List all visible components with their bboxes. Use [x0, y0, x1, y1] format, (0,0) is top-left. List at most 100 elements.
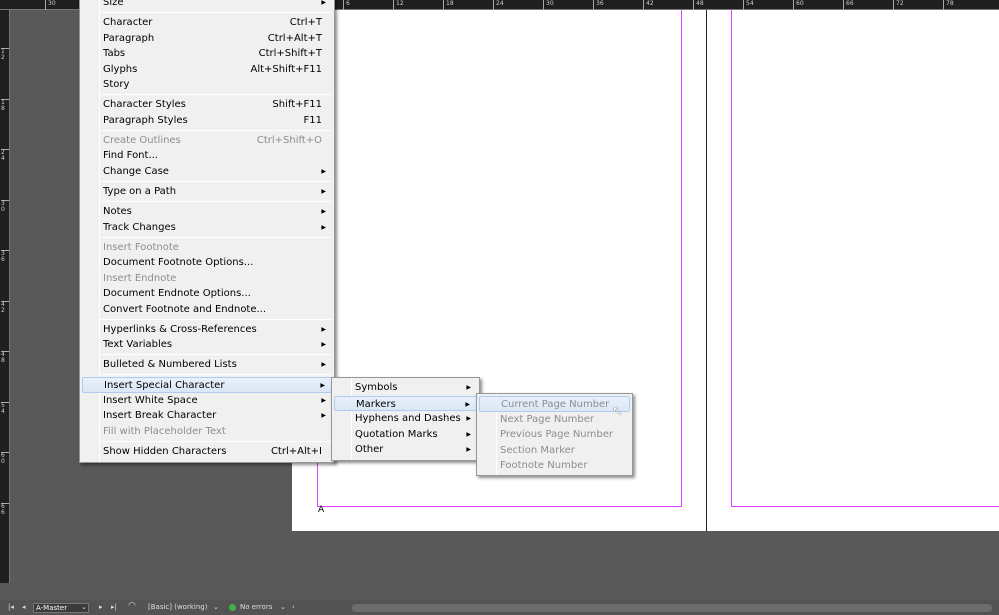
menu-item-next-page-number: Next Page Number	[479, 412, 630, 428]
ruler-tick-label: 72	[893, 0, 904, 10]
scroll-left-icon[interactable]: ‹	[292, 603, 295, 611]
menu-separator	[101, 200, 331, 202]
submenu-arrow-icon: ▶	[321, 0, 326, 6]
menu-item-track-changes[interactable]: Track Changes ▶	[82, 220, 332, 236]
menu-separator	[101, 354, 331, 356]
menu-separator	[101, 318, 331, 320]
last-page-icon[interactable]: ▸|	[111, 603, 117, 611]
menu-item-shortcut: Alt+Shift+F11	[250, 63, 322, 75]
ruler-tick-label: 4 8	[1, 351, 9, 364]
ruler-tick-label: 3 6	[1, 250, 9, 263]
menu-item-size[interactable]: Size ▶	[82, 0, 332, 11]
menu-item-insert-special-character[interactable]: Insert Special Character ▶	[82, 377, 332, 393]
menu-item-text-variables[interactable]: Text Variables ▶	[82, 337, 332, 353]
previous-page-icon[interactable]: ◂	[22, 603, 26, 611]
menu-item-markers[interactable]: Markers ▶	[334, 395, 477, 411]
menu-item-hyphens-and-dashes[interactable]: Hyphens and Dashes ▶	[334, 411, 477, 427]
ruler-tick-label: 18	[443, 0, 454, 10]
horizontal-scrollbar[interactable]	[352, 604, 992, 612]
menu-item-current-page-number: Current Page Number	[479, 396, 630, 412]
ruler-tick-label: 6	[343, 0, 350, 10]
menu-item-other[interactable]: Other ▶	[334, 442, 477, 458]
menu-item-label: Notes	[103, 206, 132, 217]
menu-item-insert-break-character[interactable]: Insert Break Character ▶	[82, 408, 332, 424]
submenu-arrow-icon: ▶	[321, 187, 326, 195]
menu-item-label: Hyperlinks & Cross-References	[103, 323, 257, 335]
ruler-tick-label: 42	[643, 0, 654, 10]
menu-item-label: Hyphens and Dashes	[355, 413, 461, 424]
submenu-arrow-icon: ▶	[321, 361, 326, 369]
ruler-tick-label: 1 2	[1, 48, 9, 61]
menu-item-create-outlines: Create Outlines Ctrl+Shift+O	[82, 133, 332, 149]
menu-item-label: Insert Footnote	[103, 241, 179, 253]
menu-item-insert-white-space[interactable]: Insert White Space ▶	[82, 393, 332, 409]
menu-item-show-hidden-characters[interactable]: Show Hidden Characters Ctrl+Alt+I	[82, 444, 332, 460]
menu-item-footnote-number: Footnote Number	[479, 458, 630, 474]
menu-separator	[101, 374, 331, 376]
menu-item-character-styles[interactable]: Character Styles Shift+F11	[82, 97, 332, 113]
menu-item-change-case[interactable]: Change Case ▶	[82, 164, 332, 180]
ruler-tick-label: 60	[793, 0, 804, 10]
submenu-arrow-icon: ▶	[321, 223, 326, 231]
menu-item-label: Footnote Number	[500, 460, 588, 471]
spread-spine	[706, 10, 707, 531]
ruler-tick-label: 30	[45, 0, 56, 10]
menu-item-paragraph[interactable]: Paragraph Ctrl+Alt+T	[82, 31, 332, 47]
menu-item-tabs[interactable]: Tabs Ctrl+Shift+T	[82, 46, 332, 62]
menu-item-document-endnote-options[interactable]: Document Endnote Options...	[82, 286, 332, 302]
menu-item-label: Insert White Space	[103, 394, 198, 406]
menu-item-label: Story	[103, 79, 130, 91]
menu-item-label: Find Font...	[103, 150, 158, 162]
submenu-arrow-icon: ▶	[466, 446, 471, 453]
menu-item-paragraph-styles[interactable]: Paragraph Styles F11	[82, 113, 332, 129]
next-page-icon[interactable]: ▸	[99, 603, 103, 611]
menu-item-type-on-a-path[interactable]: Type on a Path ▶	[82, 184, 332, 200]
menu-item-hyperlinks-cross-references[interactable]: Hyperlinks & Cross-References ▶	[82, 322, 332, 338]
preflight-profile[interactable]: [Basic] (working)	[148, 603, 207, 611]
submenu-arrow-icon: ▶	[466, 415, 471, 422]
chevron-down-icon[interactable]: ⌄	[81, 603, 87, 611]
ruler-tick-label: 2 4	[1, 149, 9, 162]
master-prefix-label: A	[318, 505, 325, 515]
menu-separator	[101, 94, 331, 96]
ruler-tick-label: 66	[843, 0, 854, 10]
menu-item-label: Other	[355, 444, 384, 455]
chevron-down-icon[interactable]: ⌄	[213, 603, 219, 611]
menu-item-label: Quotation Marks	[355, 428, 438, 440]
menu-item-story[interactable]: Story	[82, 77, 332, 93]
menu-item-label: Insert Special Character	[104, 380, 225, 392]
ruler-tick-label: 78	[943, 0, 954, 10]
menu-item-label: Document Footnote Options...	[103, 257, 254, 269]
menu-item-label: Insert Break Character	[103, 410, 217, 422]
menu-item-glyphs[interactable]: Glyphs Alt+Shift+F11	[82, 62, 332, 78]
menu-item-fill-with-placeholder-text: Fill with Placeholder Text	[82, 424, 332, 440]
menu-item-shortcut: F11	[303, 114, 322, 126]
submenu-arrow-icon: ▶	[466, 430, 471, 438]
preflight-status-icon	[229, 604, 236, 611]
margin-guide	[317, 506, 682, 507]
menu-item-quotation-marks[interactable]: Quotation Marks ▶	[334, 427, 477, 443]
menu-item-find-font[interactable]: Find Font...	[82, 148, 332, 164]
menu-item-symbols[interactable]: Symbols ▶	[334, 380, 477, 396]
menu-item-bulleted-numbered-lists[interactable]: Bulleted & Numbered Lists ▶	[82, 357, 332, 373]
menu-separator	[101, 180, 331, 182]
menu-item-notes[interactable]: Notes ▶	[82, 204, 332, 220]
menu-item-label: Convert Footnote and Endnote...	[103, 303, 267, 315]
preflight-status-text[interactable]: No errors	[240, 603, 272, 611]
submenu-arrow-icon: ▶	[321, 208, 326, 215]
submenu-arrow-icon: ▶	[465, 400, 470, 408]
menu-separator	[101, 440, 331, 442]
menu-item-document-footnote-options[interactable]: Document Footnote Options...	[82, 255, 332, 271]
chevron-down-icon[interactable]: ⌄	[280, 603, 286, 611]
menu-item-convert-footnote-and-endnote[interactable]: Convert Footnote and Endnote...	[82, 302, 332, 318]
menu-item-label: Insert Endnote	[103, 272, 177, 284]
submenu-arrow-icon: ▶	[321, 325, 326, 333]
menu-item-label: Size	[103, 0, 124, 8]
markers-submenu: Current Page Number Next Page Number Previ…	[476, 393, 633, 476]
menu-item-label: Paragraph Styles	[103, 114, 188, 126]
menu-item-label: Glyphs	[103, 63, 138, 75]
first-page-icon[interactable]: |◂	[8, 603, 14, 611]
menu-item-character[interactable]: Character Ctrl+T	[82, 15, 332, 31]
vertical-ruler[interactable]: 1 2 1 8 2 4 3 0 3 6 4 2 4 8 5 4 6 0 6 6	[0, 10, 10, 583]
menu-item-label: Change Case	[103, 165, 169, 177]
